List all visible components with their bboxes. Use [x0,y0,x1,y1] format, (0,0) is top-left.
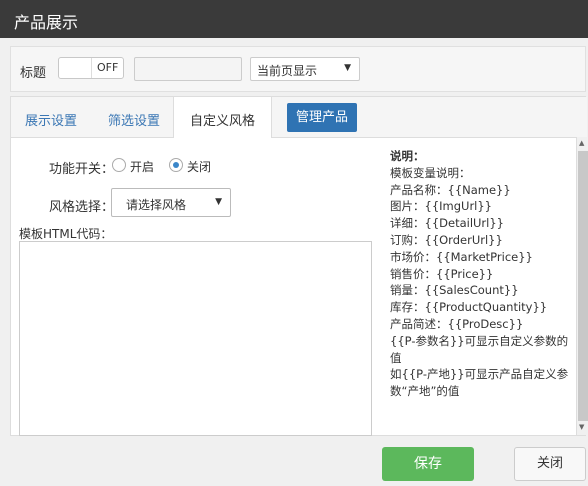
radio-on[interactable] [112,158,126,172]
help-line: 值 [390,350,402,365]
title-toggle-switch[interactable]: OFF [58,57,124,79]
help-line: 订购：{{OrderUrl}} [390,232,503,247]
radio-off-label[interactable]: 关闭 [187,158,211,175]
scroll-down-icon[interactable]: ▼ [579,423,584,431]
style-select-value: 请选择风格 [126,198,187,212]
display-scope-value: 当前页显示 [257,64,318,78]
template-html-textarea[interactable] [19,241,372,436]
close-button[interactable]: 关闭 [514,447,586,481]
tab-display-settings[interactable]: 展示设置 [25,110,77,129]
help-line: 市场价：{{MarketPrice}} [390,249,533,264]
help-line: 模板变量说明： [390,165,471,180]
panel-scrollbar[interactable]: ▲ ▼ [576,137,588,435]
title-label: 标题 [20,66,47,81]
help-line: 如{{P-产地}}可显示产品自定义参 [390,367,569,382]
template-html-label: 模板HTML代码： [19,227,113,241]
help-heading: 说明： [390,149,425,163]
help-line: 详细：{{DetailUrl}} [390,216,504,231]
dialog-titlebar: 产品展示 [0,0,588,38]
title-toolbar: 标题 OFF 当前页显示 ▼ [10,46,586,92]
display-scope-select[interactable]: 当前页显示 ▼ [250,57,360,81]
help-line: 数“产地”的值 [390,384,460,399]
help-line: 库存：{{ProductQuantity}} [390,300,548,315]
radio-on-label[interactable]: 开启 [130,158,154,175]
help-line: 产品名称：{{Name}} [390,182,511,197]
feature-switch-label: 功能开关： [49,162,115,177]
help-line: 产品简述：{{ProDesc}} [390,316,524,331]
help-line: 销售价：{{Price}} [390,266,494,281]
toggle-knob [59,58,92,78]
dialog-title: 产品展示 [14,13,79,32]
manage-products-button[interactable]: 管理产品 [287,103,357,132]
help-line: {{P-参数名}}可显示自定义参数的 [390,333,569,348]
help-line: 销量：{{SalesCount}} [390,283,519,298]
help-line: 图片：{{ImgUrl}} [390,199,493,214]
style-select[interactable]: 请选择风格 ▼ [111,188,231,217]
tab-filter-settings[interactable]: 筛选设置 [108,110,160,129]
title-input[interactable] [134,57,242,81]
scroll-up-icon[interactable]: ▲ [579,139,584,147]
template-help: 说明： 模板变量说明： 产品名称：{{Name}} 图片：{{ImgUrl}} … [390,148,570,400]
radio-off[interactable] [169,158,183,172]
caret-down-icon: ▼ [344,63,351,73]
scrollbar-thumb[interactable] [578,151,588,421]
tab-custom-style[interactable]: 自定义风格 [173,97,273,138]
style-select-label: 风格选择： [49,200,115,215]
caret-down-icon: ▼ [215,197,222,207]
tab-bar: 展示设置 筛选设置 自定义风格 管理产品 [11,97,587,138]
toggle-state-text: OFF [97,61,119,74]
save-button[interactable]: 保存 [382,447,474,481]
